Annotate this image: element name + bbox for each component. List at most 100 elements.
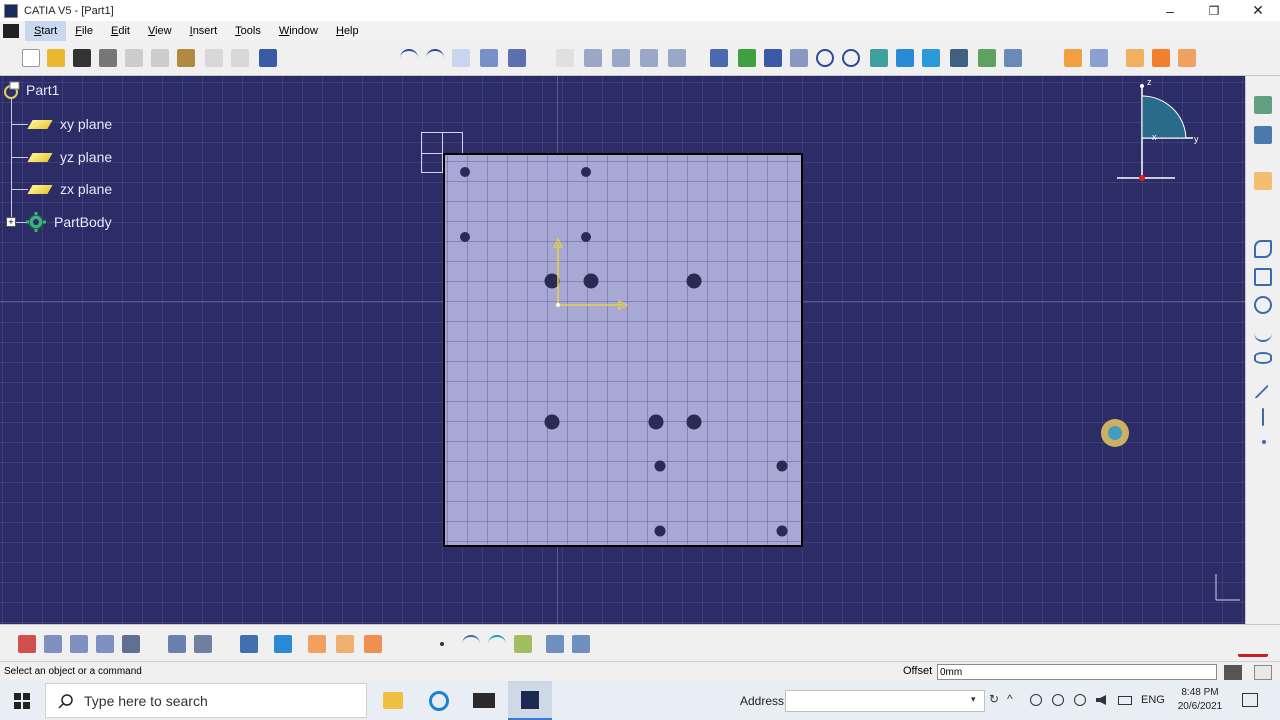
hole-circle[interactable] [544,414,560,430]
measure-icon[interactable] [194,635,212,653]
dimension-constraint-icon[interactable] [584,49,602,67]
open-folder-icon[interactable] [47,49,65,67]
taskbar-search-box[interactable]: Type here to search [45,683,367,718]
save-icon[interactable] [73,49,91,67]
whats-this-icon[interactable] [259,49,277,67]
status-close-icon[interactable] [1254,665,1272,680]
profile-icon[interactable] [1254,240,1272,258]
status-tool-icon[interactable] [1224,665,1242,680]
fly-mode-icon[interactable] [710,49,728,67]
table-icon[interactable] [70,635,88,653]
hole-circle[interactable] [686,414,702,430]
3d-viewport[interactable]: Part1 xy plane yz plane zx plane + PartB… [0,76,1245,624]
corner-icon[interactable] [308,635,326,653]
tree-node-part1[interactable]: Part1 [2,81,59,99]
spline-icon[interactable] [1254,324,1272,342]
point-icon[interactable] [1262,440,1266,444]
hole-point[interactable] [776,525,788,537]
hole-point[interactable] [654,460,666,472]
menu-view[interactable]: View [139,21,181,41]
dimension-icon[interactable] [168,635,186,653]
minimize-button[interactable]: – [1148,0,1192,21]
menu-insert[interactable]: Insert [181,21,227,41]
menu-help[interactable]: Help [327,21,368,41]
redo-icon[interactable] [231,49,249,67]
refresh-icon[interactable]: ↻ [989,692,999,706]
language-indicator[interactable]: ENG [1141,694,1165,706]
animate-constraint-icon[interactable] [640,49,658,67]
tree-node-yz-plane[interactable]: yz plane [27,149,112,165]
document-menu-icon[interactable] [3,24,19,38]
system-clock[interactable]: 8:48 PM 20/6/2021 [1176,686,1224,714]
menu-edit[interactable]: Edit [102,21,139,41]
menu-file[interactable]: File [66,21,102,41]
arc-icon[interactable] [400,49,418,67]
mail-icon[interactable] [473,693,495,708]
auto-constraint-icon[interactable] [668,49,686,67]
point-tool-icon[interactable] [440,642,444,646]
battery-icon[interactable] [1118,696,1132,705]
close-button[interactable]: ✕ [1236,0,1280,21]
project-3d-icon[interactable] [508,49,526,67]
hole-point[interactable] [460,232,470,242]
tree-node-zx-plane[interactable]: zx plane [27,181,112,197]
sketch-analysis-icon[interactable] [18,635,36,653]
notification-icon[interactable] [1242,693,1258,707]
grid-table-icon[interactable] [96,635,114,653]
hole-point[interactable] [581,167,591,177]
zoom-in-icon[interactable] [816,49,834,67]
hole-point[interactable] [654,525,666,537]
ellipse-icon[interactable] [1254,352,1272,364]
constraint-icon[interactable] [556,49,574,67]
sketch-plate[interactable] [443,153,803,547]
expand-partbody-icon[interactable]: + [6,217,16,227]
stack-icon[interactable] [44,635,62,653]
zoom-out-icon[interactable] [842,49,860,67]
copy-icon[interactable] [151,49,169,67]
undo-icon[interactable] [205,49,223,67]
offset-input[interactable] [937,664,1217,680]
grid-icon[interactable] [1090,49,1108,67]
chamfer-icon[interactable] [336,635,354,653]
arc-tool-icon[interactable] [462,635,480,653]
cut-icon[interactable] [125,49,143,67]
menu-window[interactable]: Window [270,21,327,41]
print-icon[interactable] [99,49,117,67]
tray-app-icon[interactable] [1030,694,1042,706]
fix-constraint-icon[interactable] [612,49,630,67]
rotate-icon[interactable] [790,49,808,67]
hole-circle[interactable] [686,273,702,289]
shading-icon[interactable] [950,49,968,67]
pan-icon[interactable] [764,49,782,67]
file-explorer-icon[interactable] [383,692,403,709]
connect-icon[interactable] [488,635,506,653]
offset-icon[interactable] [514,635,532,653]
rectangle-icon[interactable] [1254,268,1272,286]
update-icon[interactable] [546,635,564,653]
construction-element-icon[interactable] [1126,49,1144,67]
line-icon[interactable] [1249,379,1269,399]
menu-start[interactable]: Start [25,21,67,41]
capture-icon[interactable] [122,635,140,653]
hole-circle[interactable] [648,414,664,430]
new-document-icon[interactable] [22,49,40,67]
address-dropdown-icon[interactable]: ▾ [971,694,976,705]
trim-icon[interactable] [452,49,470,67]
circle-icon[interactable] [1254,296,1272,314]
paste-icon[interactable] [177,49,195,67]
hole-point[interactable] [460,167,470,177]
network-icon[interactable] [1052,694,1064,706]
edge-browser-icon[interactable] [429,691,449,711]
update-all-icon[interactable] [572,635,590,653]
address-input[interactable] [785,690,985,712]
snap-to-point-icon[interactable] [1064,49,1082,67]
selection-box-icon[interactable] [274,635,292,653]
windows-start-icon[interactable] [14,693,30,709]
select-tool-icon[interactable] [240,635,258,653]
hide-show-icon[interactable] [978,49,996,67]
dimensional-constraints-icon[interactable] [1178,49,1196,67]
geometrical-constraints-icon[interactable] [1152,49,1170,67]
volume-icon[interactable] [1096,695,1106,705]
multi-view-icon[interactable] [896,49,914,67]
axis-icon[interactable] [1262,408,1264,426]
